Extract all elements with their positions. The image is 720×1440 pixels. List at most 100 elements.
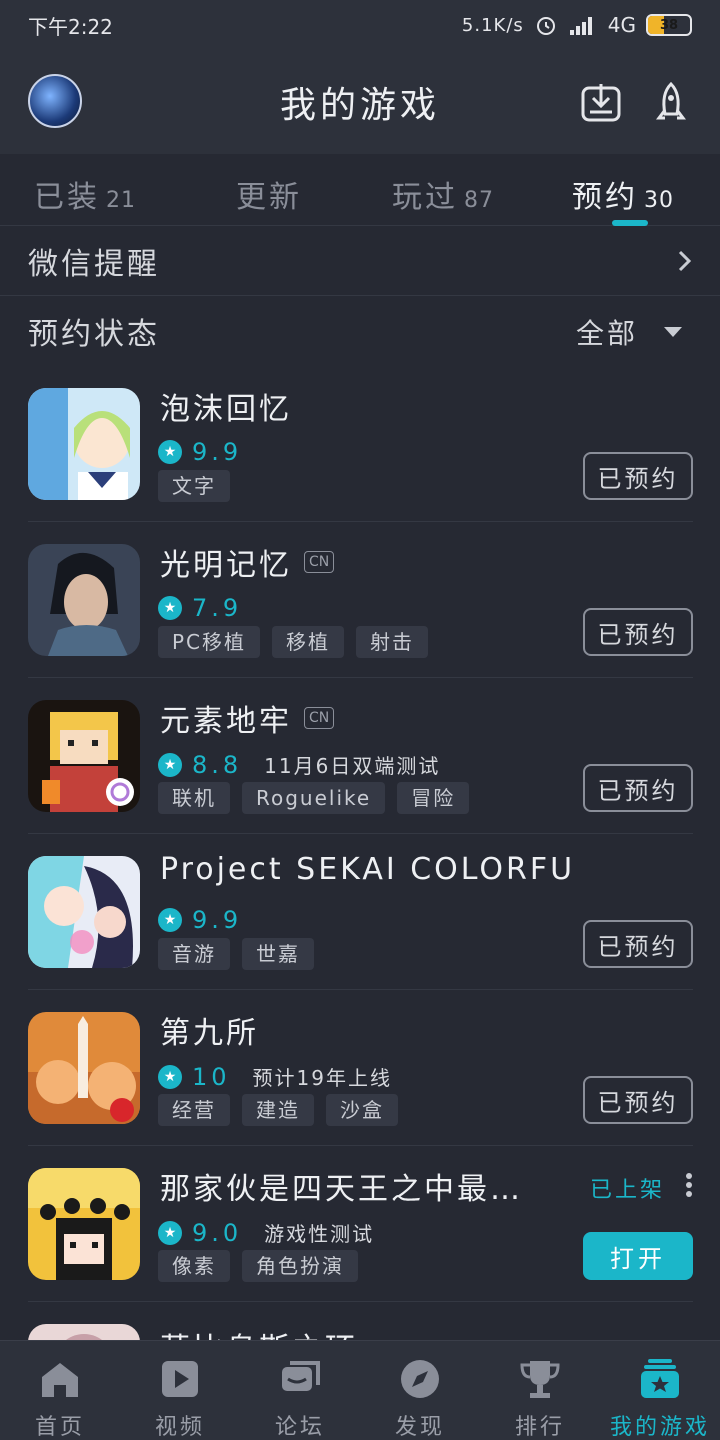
tag-list: 联机 Roguelike 冒险 — [158, 782, 470, 814]
page-title: 我的游戏 — [279, 85, 440, 126]
nav-home[interactable]: 首页 — [0, 1341, 120, 1440]
rating-row: ★ 10 预计19年上线 — [158, 1062, 392, 1091]
game-title-text: 泡沫回忆 — [160, 392, 292, 427]
cn-badge: CN — [304, 551, 335, 573]
reservation-status-label: 预约状态 — [28, 317, 160, 352]
compass-icon — [401, 1360, 439, 1398]
star-icon: ★ — [158, 596, 182, 620]
net-speed: 5.1K/s — [461, 14, 524, 36]
reserved-button[interactable]: 已预约 — [583, 1076, 693, 1124]
dropdown-value: 全部 — [575, 317, 638, 350]
nav-forum[interactable]: 论坛 — [240, 1341, 360, 1440]
game-item[interactable]: 那家伙是四天王之中最… 已上架 ★ 9.0 游戏性测试 像素 角色扮演 打开 — [28, 1146, 693, 1302]
tag-list: 像素 角色扮演 — [158, 1250, 358, 1282]
tag[interactable]: PC移植 — [158, 626, 261, 658]
game-score: 9.9 — [192, 906, 243, 934]
game-note: 游戏性测试 — [264, 1222, 375, 1246]
reserved-button[interactable]: 已预约 — [583, 452, 693, 500]
star-icon: ★ — [158, 1064, 182, 1089]
game-item[interactable]: 光明记忆 CN ★ 7.9 PC移植 移植 射击 已预约 — [28, 522, 693, 678]
game-score: 7.9 — [192, 594, 243, 622]
game-title: 泡沫回忆 — [160, 384, 292, 428]
tag[interactable]: 文字 — [158, 470, 230, 502]
game-score: 8.8 — [192, 750, 243, 779]
tag[interactable]: 角色扮演 — [242, 1250, 358, 1282]
reserved-button[interactable]: 已预约 — [583, 764, 693, 812]
tag[interactable]: 世嘉 — [242, 938, 314, 970]
tab-label: 玩过 — [392, 180, 458, 215]
tag[interactable]: 射击 — [356, 626, 429, 658]
reserved-button[interactable]: 已预约 — [583, 920, 693, 968]
tag[interactable]: 联机 — [158, 782, 230, 814]
tag[interactable]: 移植 — [272, 626, 345, 658]
star-icon: ★ — [158, 908, 182, 932]
game-score: 10 — [192, 1062, 231, 1091]
game-title-text: 光明记忆 — [160, 548, 292, 583]
game-note: 预计19年上线 — [252, 1066, 392, 1090]
game-icon — [28, 856, 140, 968]
tab-count: 87 — [464, 188, 494, 213]
tab-bar: 已装 21 更新 玩过 87 预约 30 — [0, 154, 720, 226]
chevron-right-icon — [678, 250, 692, 272]
star-icon: ★ — [158, 440, 182, 464]
tab-installed[interactable]: 已装 21 — [34, 172, 136, 216]
nav-ranking[interactable]: 排行 — [480, 1341, 600, 1440]
open-button[interactable]: 打开 — [583, 1232, 693, 1280]
tag[interactable]: 建造 — [242, 1094, 314, 1126]
game-title-text: 那家伙是四天王之中最… — [160, 1172, 523, 1207]
avatar[interactable] — [28, 74, 82, 128]
game-title: 光明记忆 CN — [160, 540, 335, 584]
game-item[interactable]: 元素地牢 CN ★ 8.8 11月6日双端测试 联机 Roguelike 冒险 已… — [28, 678, 693, 834]
tag-list: PC移植 移植 射击 — [158, 626, 429, 658]
game-title: 那家伙是四天王之中最… — [160, 1164, 523, 1208]
signal-icon — [569, 17, 592, 35]
rating-row: ★ 9.9 — [158, 438, 242, 466]
tag[interactable]: Roguelike — [242, 782, 386, 814]
rating-row: ★ 7.9 — [158, 594, 242, 622]
game-score: 9.0 — [192, 1218, 243, 1247]
star-icon: ★ — [158, 1220, 182, 1245]
wechat-reminder-row[interactable]: 微信提醒 — [0, 226, 720, 296]
rocket-icon[interactable] — [652, 80, 694, 124]
tag-list: 音游 世嘉 — [158, 938, 314, 970]
download-icon[interactable] — [580, 80, 622, 124]
rating-row: ★ 9.0 游戏性测试 — [158, 1218, 374, 1247]
battery-icon: 38 — [646, 14, 692, 36]
reservation-filter-row: 预约状态 全部 — [0, 296, 720, 366]
nav-discover[interactable]: 发现 — [360, 1341, 480, 1440]
tab-reserved[interactable]: 预约 30 — [572, 172, 674, 216]
tag[interactable]: 沙盒 — [326, 1094, 398, 1126]
game-title: Project SEKAI COLORFU… — [160, 852, 570, 887]
tag[interactable]: 经营 — [158, 1094, 230, 1126]
tab-count: 30 — [644, 188, 674, 213]
star-icon: ★ — [158, 752, 182, 777]
game-icon — [28, 388, 140, 500]
game-icon — [28, 700, 140, 812]
game-icon — [28, 544, 140, 656]
tab-updates[interactable]: 更新 — [236, 172, 302, 216]
network-type: 4G — [607, 13, 636, 37]
tab-played[interactable]: 玩过 87 — [392, 172, 494, 216]
reservation-status-dropdown[interactable]: 全部 — [576, 312, 682, 352]
reserved-button[interactable]: 已预约 — [583, 608, 693, 656]
nav-label: 排行 — [514, 1415, 565, 1440]
forum-icon — [282, 1361, 320, 1391]
alarm-icon — [536, 17, 555, 35]
home-icon — [42, 1363, 78, 1397]
game-item[interactable]: 泡沫回忆 ★ 9.9 文字 已预约 — [28, 366, 693, 522]
nav-my-games[interactable]: 我的游戏 — [600, 1341, 720, 1440]
game-title-text: 元素地牢 — [160, 704, 292, 739]
cn-badge: CN — [304, 707, 335, 729]
game-title-text: Project SEKAI COLORFU… — [160, 852, 570, 887]
tag[interactable]: 像素 — [158, 1250, 230, 1282]
play-icon — [162, 1361, 198, 1397]
tab-label: 已装 — [34, 180, 100, 215]
nav-video[interactable]: 视频 — [120, 1341, 240, 1440]
status-time: 下午2:22 — [28, 14, 113, 39]
tag[interactable]: 冒险 — [397, 782, 470, 814]
game-item[interactable]: Project SEKAI COLORFU… ★ 9.9 音游 世嘉 已预约 — [28, 834, 693, 990]
game-item[interactable]: 第九所 ★ 10 预计19年上线 经营 建造 沙盒 已预约 — [28, 990, 693, 1146]
tag[interactable]: 音游 — [158, 938, 230, 970]
game-icon — [28, 1168, 140, 1280]
more-vertical-icon[interactable] — [685, 1172, 693, 1198]
